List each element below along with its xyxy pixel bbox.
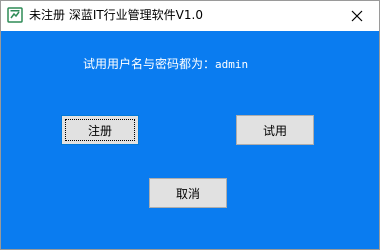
app-window: 未注册 深蓝IT行业管理软件V1.0 试用用户名与密码都为：admin 注册 试…	[0, 0, 380, 250]
credentials-hint: 试用用户名与密码都为：admin	[83, 56, 248, 73]
register-button[interactable]: 注册	[61, 115, 139, 145]
register-button-label: 注册	[87, 123, 112, 138]
close-icon	[351, 10, 363, 22]
trial-button-label: 试用	[262, 123, 287, 138]
cancel-button[interactable]: 取消	[149, 178, 227, 208]
dialog-body: 试用用户名与密码都为：admin 注册 试用 取消	[1, 31, 379, 249]
close-button[interactable]	[335, 1, 379, 31]
cancel-button-label: 取消	[175, 186, 200, 201]
title-bar[interactable]: 未注册 深蓝IT行业管理软件V1.0	[1, 1, 379, 31]
app-window-icon	[7, 7, 23, 23]
trial-button[interactable]: 试用	[236, 115, 314, 145]
credentials-hint-label: 试用用户名与密码都为：	[83, 57, 216, 71]
window-title: 未注册 深蓝IT行业管理软件V1.0	[29, 8, 203, 22]
credentials-hint-value: admin	[215, 58, 249, 71]
